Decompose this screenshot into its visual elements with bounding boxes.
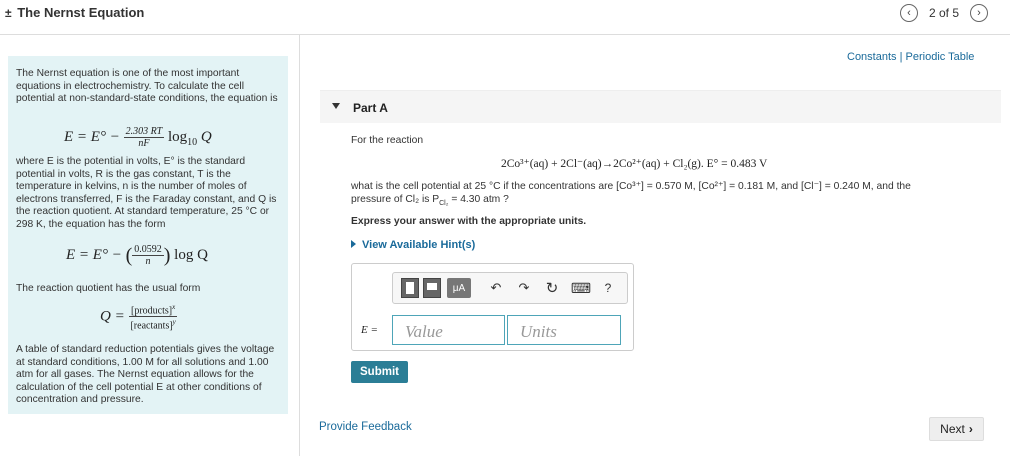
reference-links: Constants | Periodic Table: [847, 51, 974, 63]
top-bar: ± The Nernst Equation ‹ 2 of 5 ›: [0, 0, 1024, 30]
periodic-table-link[interactable]: Periodic Table: [906, 51, 975, 63]
submit-button[interactable]: Submit: [351, 361, 408, 383]
nernst-equation-standard: E = E° − ( 0.0592 n ) log Q: [66, 244, 208, 267]
keyboard-icon[interactable]: ⌨: [571, 278, 591, 298]
chevron-down-icon[interactable]: [332, 103, 340, 109]
eq2-fraction: 0.0592 n: [132, 244, 164, 267]
column-divider: [299, 35, 300, 456]
question-line-2-end: = 4.30 atm ?: [448, 194, 509, 205]
eq3-fraction: [products]x [reactants]y: [128, 302, 178, 332]
hint-link-label: View Available Hint(s): [362, 239, 476, 251]
reaction-equation: 2Co³⁺(aq) + 2Cl⁻(aq)→2Co²⁺(aq) + Cl₂(g).…: [501, 158, 768, 170]
part-label: Part A: [353, 101, 388, 115]
caret-right-icon: [351, 240, 356, 248]
question-prompt: what is the cell potential at 25 °C if t…: [351, 180, 991, 210]
constants-link[interactable]: Constants: [847, 51, 897, 63]
nernst-equation-general: E = E° − 2.303 RT nF log10 Q: [64, 126, 212, 149]
links-separator: |: [896, 51, 906, 63]
eq1-log-base: 10: [187, 136, 198, 148]
question-line-1: what is the cell potential at 25 °C if t…: [351, 181, 911, 192]
eq3-denominator-text: [reactants]: [130, 320, 173, 332]
eq1-q: Q: [200, 128, 212, 145]
chevron-right-icon: ›: [968, 422, 973, 436]
express-instruction: Express your answer with the appropriate…: [351, 216, 587, 227]
intro-text: The Nernst equation is one of the most i…: [16, 68, 278, 104]
info-panel: The Nernst equation is one of the most i…: [8, 56, 288, 414]
eq3-numerator-text: [products]: [131, 305, 173, 317]
where-text: where E is the potential in volts, E° is…: [16, 156, 277, 230]
standard-potentials-text: A table of standard reduction potentials…: [16, 344, 275, 405]
answer-toolbar: μA ↶ ↷ ↻ ⌨ ?: [392, 272, 628, 304]
help-icon[interactable]: ?: [601, 278, 615, 298]
provide-feedback-link[interactable]: Provide Feedback: [319, 421, 412, 433]
value-input[interactable]: [392, 315, 505, 345]
template-fraction-icon[interactable]: [423, 278, 441, 298]
page-title-text: The Nernst Equation: [17, 5, 145, 20]
eq3-numerator-exp: x: [172, 303, 176, 311]
answer-variable-label: E =: [361, 324, 378, 336]
eq2-lhs: E = E° −: [66, 246, 122, 263]
page-indicator: 2 of 5: [928, 6, 959, 20]
next-page-icon[interactable]: ›: [970, 4, 988, 22]
page-title: ± The Nernst Equation: [5, 5, 144, 20]
eq3-denominator-exp: y: [172, 318, 176, 327]
eq3-numerator: [products]x: [129, 302, 178, 318]
redo-icon[interactable]: ↷: [515, 278, 533, 298]
question-line-2-start: pressure of Cl₂ is P: [351, 194, 440, 205]
reset-icon[interactable]: ↻: [543, 278, 561, 298]
header-divider: [0, 34, 1010, 35]
view-hints-link[interactable]: View Available Hint(s): [351, 239, 475, 251]
pager: ‹ 2 of 5 ›: [899, 4, 988, 22]
eq1-denominator: nF: [138, 138, 150, 149]
answer-box: μA ↶ ↷ ↻ ⌨ ? E =: [351, 263, 634, 351]
for-reaction-text: For the reaction: [351, 135, 424, 146]
collapse-toggle-icon[interactable]: ±: [5, 6, 12, 20]
previous-page-icon[interactable]: ‹: [899, 4, 918, 22]
units-button[interactable]: μA: [447, 278, 471, 298]
eq3-lhs: Q =: [100, 308, 125, 325]
template-icon[interactable]: [401, 278, 419, 298]
units-input[interactable]: [507, 315, 621, 345]
question-line-2: pressure of Cl₂ is PCl₂ = 4.30 atm ?: [351, 193, 991, 210]
reaction-quotient-equation: Q = [products]x [reactants]y: [100, 302, 178, 332]
quotient-text: The reaction quotient has the usual form: [16, 283, 201, 294]
part-a-header[interactable]: Part A: [320, 90, 1001, 123]
next-button[interactable]: Next ›: [929, 417, 984, 441]
eq1-lhs: E = E° −: [64, 128, 120, 145]
undo-icon[interactable]: ↶: [487, 278, 505, 298]
right-paren: ): [163, 244, 171, 267]
eq1-log: log: [168, 128, 188, 145]
eq2-numerator: 0.0592: [132, 244, 164, 256]
eq1-numerator: 2.303 RT: [123, 126, 165, 138]
eq2-log: log Q: [174, 246, 208, 263]
eq3-denominator: [reactants]y: [128, 317, 177, 331]
eq2-denominator: n: [145, 256, 151, 267]
left-paren: (: [125, 244, 133, 267]
next-button-label: Next: [940, 422, 965, 436]
eq1-fraction: 2.303 RT nF: [123, 126, 165, 149]
